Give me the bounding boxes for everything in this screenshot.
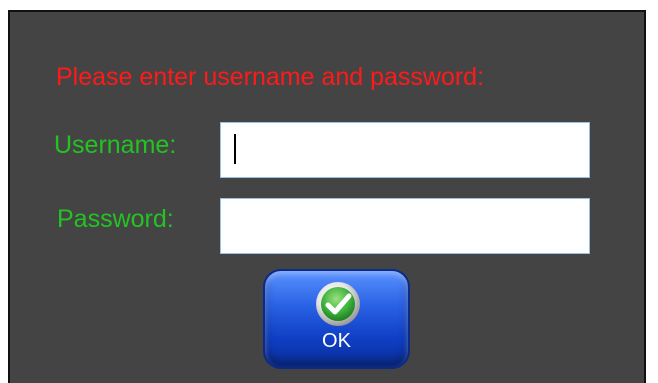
login-dialog: Please enter username and password: User… — [8, 10, 646, 383]
text-cursor — [234, 134, 236, 164]
username-input[interactable] — [220, 122, 590, 178]
password-label: Password: — [57, 205, 174, 233]
username-label: Username: — [54, 131, 177, 159]
ok-label: OK — [322, 330, 351, 352]
password-input[interactable] — [220, 198, 590, 254]
checkmark-icon — [316, 282, 360, 326]
login-prompt: Please enter username and password: — [56, 63, 485, 91]
ok-button[interactable]: OK — [263, 269, 410, 369]
